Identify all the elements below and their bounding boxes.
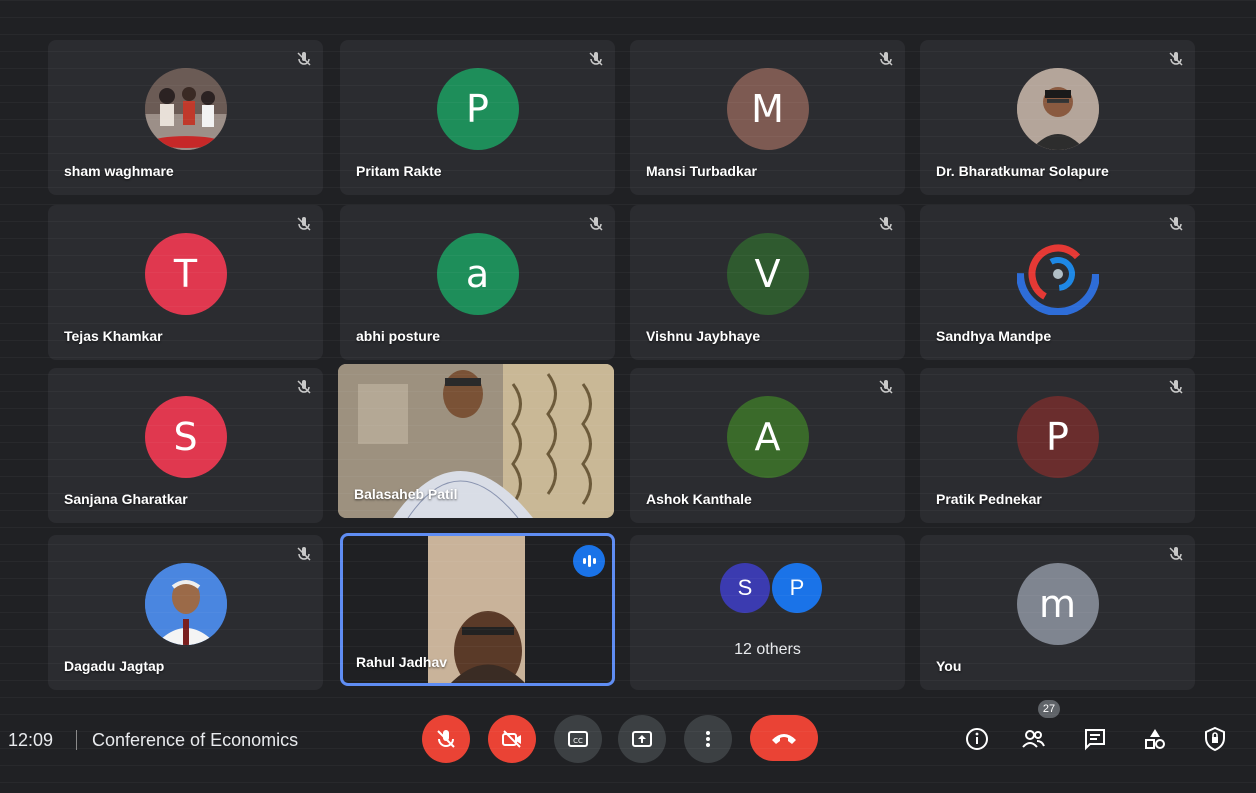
camera-toggle-button[interactable]: [488, 715, 536, 763]
participant-name: Mansi Turbadkar: [646, 163, 757, 179]
mic-off-icon: [295, 215, 313, 233]
mic-off-icon: [295, 545, 313, 563]
participant-tile[interactable]: M Mansi Turbadkar: [630, 40, 905, 195]
participant-name: Rahul Jadhav: [356, 654, 448, 670]
participant-tile[interactable]: S Sanjana Gharatkar: [48, 368, 323, 523]
portrait-photo-icon: [144, 562, 227, 645]
participant-name: Dr. Bharatkumar Solapure: [936, 163, 1109, 179]
participant-tile[interactable]: sham waghmare: [48, 40, 323, 195]
participant-name: You: [936, 658, 962, 674]
participant-name: Tejas Khamkar: [64, 328, 163, 344]
participant-tile[interactable]: Sandhya Mandpe: [920, 205, 1195, 360]
chat-icon: [1085, 729, 1105, 751]
participant-name: Pritam Rakte: [356, 163, 442, 179]
meeting-title: Conference of Economics: [92, 730, 299, 750]
participant-avatar: m: [1016, 562, 1099, 645]
participant-avatar: [1016, 67, 1099, 150]
participant-avatar: [1016, 232, 1099, 315]
info-icon: [966, 728, 988, 750]
mic-off-icon: [877, 378, 895, 396]
mic-off-icon: [587, 50, 605, 68]
participant-avatar: T: [144, 232, 227, 315]
divider: [76, 730, 77, 750]
mic-off-icon: [295, 50, 313, 68]
meeting-time: 12:09: [8, 730, 54, 750]
participant-tile[interactable]: P Pritam Rakte: [340, 40, 615, 195]
participant-name: sham waghmare: [64, 163, 174, 179]
participant-avatar: [144, 67, 227, 150]
hangup-icon: [772, 734, 796, 744]
participant-tile[interactable]: T Tejas Khamkar: [48, 205, 323, 360]
others-tile[interactable]: S P 12 others: [630, 535, 905, 690]
participant-name: Balasaheb Patil: [354, 486, 458, 502]
participant-avatar: P: [436, 67, 519, 150]
participant-video-tile[interactable]: Balasaheb Patil: [338, 364, 614, 518]
people-button[interactable]: [1020, 726, 1046, 752]
participant-avatar: M: [726, 67, 809, 150]
speaking-indicator-icon: [573, 545, 605, 577]
participant-tile[interactable]: Dagadu Jagtap: [48, 535, 323, 690]
participant-tile[interactable]: A Ashok Kanthale: [630, 368, 905, 523]
mic-off-icon: [587, 215, 605, 233]
chat-button[interactable]: [1082, 726, 1108, 752]
participant-tile[interactable]: Dr. Bharatkumar Solapure: [920, 40, 1195, 195]
host-controls-icon: [1205, 726, 1225, 752]
camera-off-icon: [502, 730, 521, 748]
mic-off-icon: [877, 50, 895, 68]
participant-avatar: S: [144, 395, 227, 478]
participant-avatar: A: [726, 395, 809, 478]
participant-name: Vishnu Jaybhaye: [646, 328, 761, 344]
captions-icon: CC: [568, 731, 588, 747]
hangup-button[interactable]: [750, 715, 818, 761]
more-options-icon: [706, 731, 710, 747]
participant-avatar: P: [1016, 395, 1099, 478]
people-icon: [1022, 730, 1045, 748]
group-photo-icon: [144, 67, 227, 150]
mic-toggle-button[interactable]: [422, 715, 470, 763]
participant-video-tile[interactable]: Rahul Jadhav: [340, 533, 615, 686]
mic-off-icon: [1167, 215, 1185, 233]
participant-name: Sanjana Gharatkar: [64, 491, 188, 507]
participant-tile[interactable]: P Pratik Pednekar: [920, 368, 1195, 523]
more-options-button[interactable]: [684, 715, 732, 763]
svg-text:CC: CC: [573, 737, 583, 745]
mic-off-icon: [1167, 50, 1185, 68]
participant-name: Sandhya Mandpe: [936, 328, 1052, 344]
mic-off-icon: [437, 730, 455, 748]
captions-button[interactable]: CC: [554, 715, 602, 763]
portrait-photo-icon: [1016, 67, 1099, 150]
swirl-logo-icon: [1016, 232, 1099, 315]
self-tile[interactable]: m You: [920, 535, 1195, 690]
present-icon: [632, 731, 652, 747]
mic-off-icon: [295, 378, 313, 396]
meeting-controls-bar: 12:09 Conference of Economics CC 27: [0, 700, 1256, 778]
meeting-stage: sham waghmare P Pritam Rakte M Mansi Tur…: [0, 0, 1256, 793]
participant-tile[interactable]: V Vishnu Jaybhaye: [630, 205, 905, 360]
present-button[interactable]: [618, 715, 666, 763]
activities-button[interactable]: [1142, 726, 1168, 752]
participant-name: Pratik Pednekar: [936, 491, 1042, 507]
mic-off-icon: [1167, 378, 1185, 396]
participant-avatar: V: [726, 232, 809, 315]
participant-count-badge: 27: [1038, 700, 1060, 718]
participant-name: abhi posture: [356, 328, 441, 344]
others-count-label: 12 others: [734, 641, 801, 658]
host-controls-button[interactable]: [1202, 726, 1228, 752]
participant-name: Ashok Kanthale: [646, 491, 752, 507]
participant-tile[interactable]: a abhi posture: [340, 205, 615, 360]
participant-name: Dagadu Jagtap: [64, 658, 165, 674]
mic-off-icon: [877, 215, 895, 233]
activities-icon: [1145, 729, 1165, 749]
other-avatar: S: [720, 563, 770, 613]
participant-avatar: [144, 562, 227, 645]
mic-off-icon: [1167, 545, 1185, 563]
info-button[interactable]: [964, 726, 990, 752]
other-avatar: P: [772, 563, 822, 613]
participant-avatar: a: [436, 232, 519, 315]
